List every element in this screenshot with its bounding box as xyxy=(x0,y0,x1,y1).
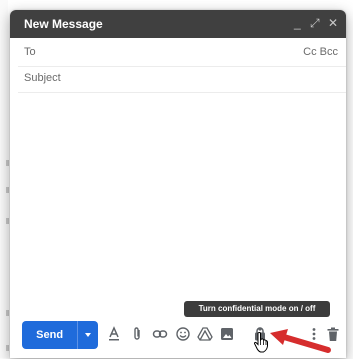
insert-photo-icon[interactable] xyxy=(219,326,235,342)
background-mark xyxy=(6,218,9,224)
to-field[interactable]: To Cc Bcc xyxy=(18,40,346,67)
to-label: To xyxy=(24,46,36,58)
background-mark xyxy=(6,345,9,351)
background-page-edge xyxy=(0,0,8,358)
subject-field[interactable]: Subject xyxy=(18,66,346,93)
background-mark xyxy=(6,310,9,316)
minimize-icon[interactable]: _ xyxy=(294,16,301,30)
send-options-dropdown[interactable] xyxy=(77,321,98,349)
close-icon[interactable]: ✕ xyxy=(328,16,338,30)
subject-placeholder: Subject xyxy=(24,72,61,84)
message-body[interactable] xyxy=(18,94,346,304)
compose-header: New Message _ ⤢ ✕ xyxy=(10,10,346,38)
compose-title: New Message xyxy=(24,17,103,31)
send-label: Send xyxy=(36,329,64,341)
background-mark xyxy=(6,187,9,193)
red-arrow-annotation xyxy=(268,326,332,359)
hand-cursor-icon xyxy=(253,331,269,358)
emoji-icon[interactable] xyxy=(175,326,191,342)
confidential-mode-tooltip: Turn confidential mode on / off xyxy=(184,301,330,317)
background-mark xyxy=(6,160,9,166)
cc-bcc-link[interactable]: Cc Bcc xyxy=(303,46,338,58)
google-drive-icon[interactable] xyxy=(197,326,213,342)
send-button[interactable]: Send xyxy=(22,321,98,349)
formatting-options-icon[interactable] xyxy=(106,326,122,342)
insert-link-icon[interactable] xyxy=(152,326,168,342)
attach-file-icon[interactable] xyxy=(129,326,145,342)
expand-icon[interactable]: ⤢ xyxy=(310,16,320,30)
